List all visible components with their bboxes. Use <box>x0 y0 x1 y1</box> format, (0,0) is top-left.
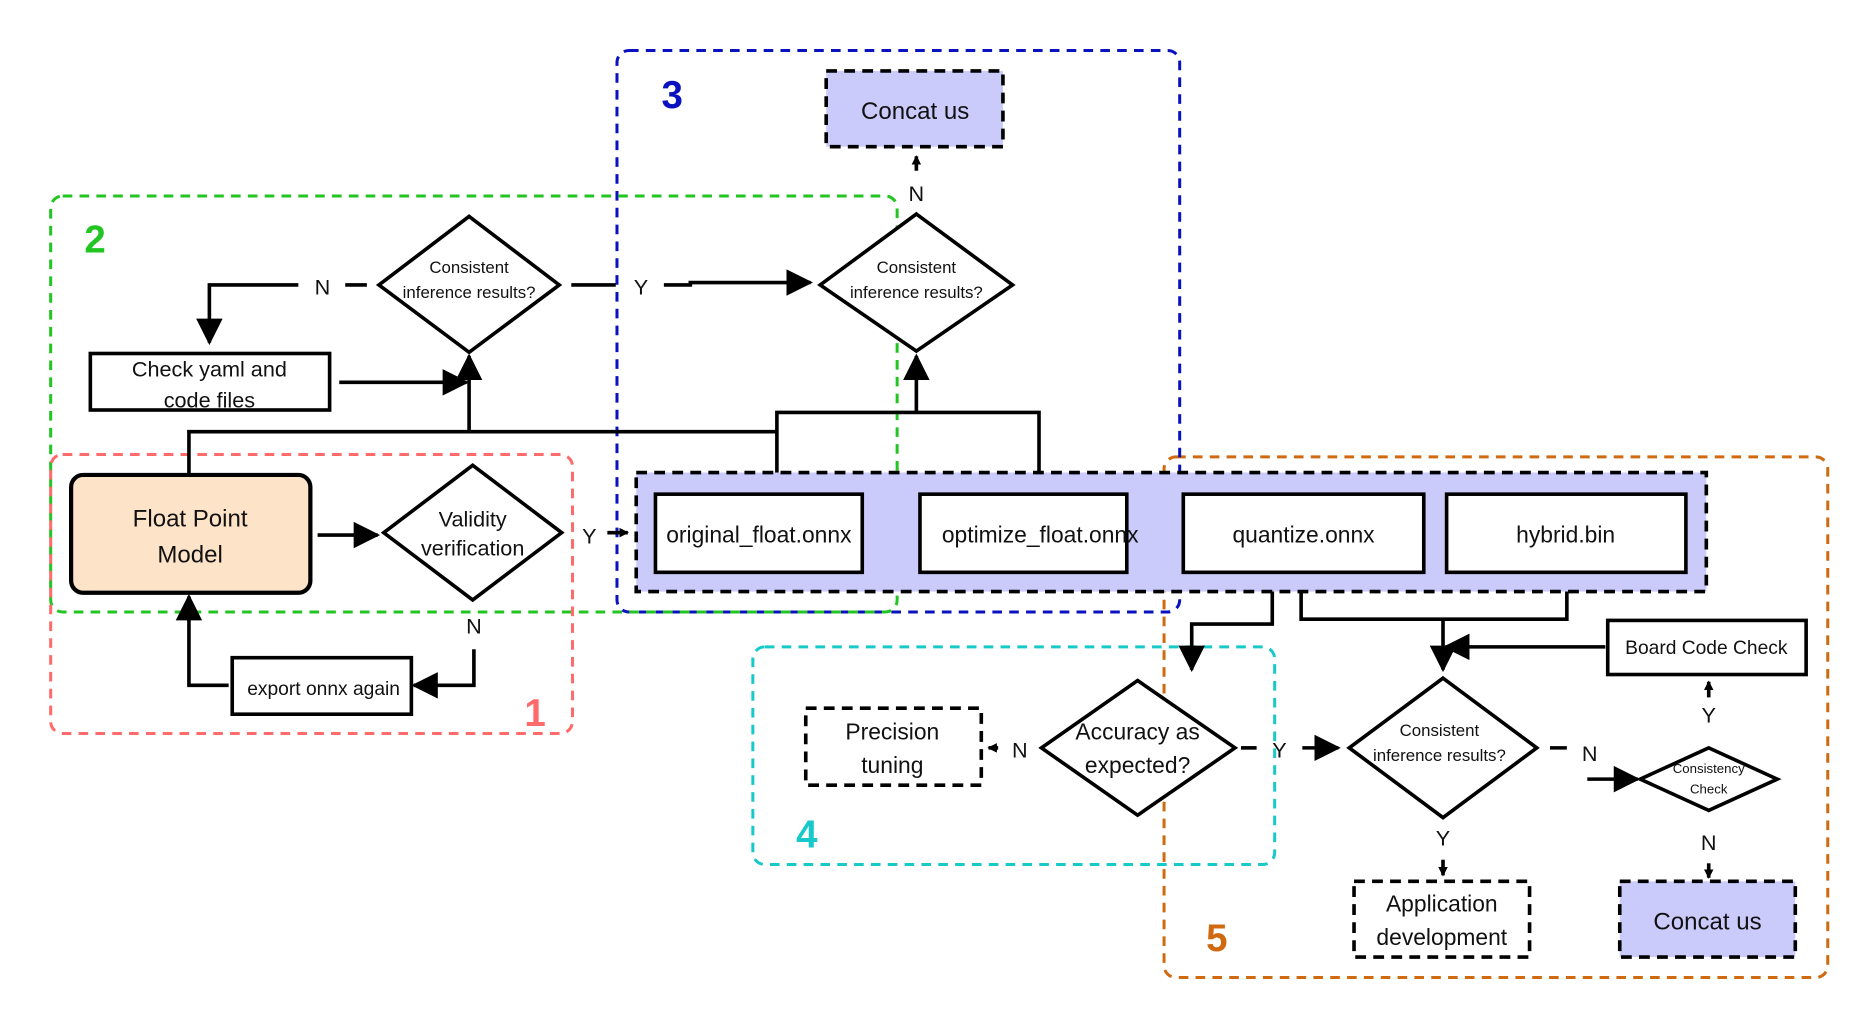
validity-verification-decision[interactable]: Validity verification <box>380 463 565 603</box>
edge-validity-no <box>411 649 476 699</box>
float-point-model-node[interactable]: Float Point Model <box>69 472 313 595</box>
flowchart: 1 2 3 4 5 Float Point Model Validity ver… <box>49 48 1830 980</box>
edge-label-c2-yes: Y <box>634 275 648 300</box>
consistent-inference-decision-5[interactable]: Consistent inference results? <box>1346 675 1540 820</box>
consistent-2-line2: inference results? <box>403 283 536 302</box>
file-optimize-float-label: optimize_float.onnx <box>942 521 1139 547</box>
consistency-check-line1: Consistency <box>1673 761 1745 776</box>
edge-export-to-model <box>175 593 229 688</box>
edge-label-cc-yes: Y <box>1702 703 1716 728</box>
edge-label-accuracy-no: N <box>1012 737 1028 762</box>
contact-us-node-3[interactable]: Concat us <box>824 69 1005 149</box>
consistency-check-decision[interactable]: Consistency Check <box>1635 745 1782 813</box>
float-point-model-line1: Float Point <box>133 506 248 533</box>
validity-line2: verification <box>421 535 524 560</box>
precision-tuning-line1: Precision <box>845 718 939 744</box>
file-quantize-label: quantize.onnx <box>1232 521 1375 547</box>
edge-label-c2-no: N <box>315 275 331 300</box>
precision-tuning-node[interactable]: Precision tuning <box>803 706 984 787</box>
accuracy-expected-decision[interactable]: Accuracy as expected? <box>1038 678 1239 818</box>
file-original-float-label: original_float.onnx <box>666 521 852 547</box>
edge-label-accuracy-yes: Y <box>1272 737 1286 762</box>
group-3-label: 3 <box>661 74 682 117</box>
export-onnx-again-node[interactable]: export onnx again <box>230 655 414 717</box>
edge-model-bus <box>187 429 777 474</box>
check-yaml-line1: Check yaml and <box>132 356 287 381</box>
board-code-check-label: Board Code Check <box>1625 638 1788 659</box>
group-2-label: 2 <box>84 218 105 261</box>
export-onnx-again-label: export onnx again <box>247 679 400 700</box>
consistent-inference-decision-2[interactable]: Consistent inference results? <box>375 214 563 355</box>
file-quantize-onnx[interactable]: quantize.onnx <box>1181 492 1426 575</box>
board-code-check-node[interactable]: Board Code Check <box>1605 618 1808 677</box>
group-4-label: 4 <box>796 814 818 857</box>
edge-c2-yes <box>663 269 813 296</box>
edge-label-c3-no: N <box>909 181 925 206</box>
consistent-5-line2: inference results? <box>1373 746 1506 765</box>
contact-us-5-label: Concat us <box>1653 908 1761 935</box>
file-hybrid-bin[interactable]: hybrid.bin <box>1444 492 1688 575</box>
edge-quantize-to-accuracy <box>1178 581 1275 673</box>
check-yaml-line2: code files <box>164 388 256 413</box>
edge-label-validity-no: N <box>466 614 482 639</box>
consistent-3-line1: Consistent <box>877 258 957 277</box>
float-point-model-line2: Model <box>157 542 222 569</box>
precision-tuning-line2: tuning <box>861 752 923 778</box>
file-hybrid-bin-label: hybrid.bin <box>1516 521 1615 547</box>
contact-us-3-label: Concat us <box>861 98 969 125</box>
consistent-2-line1: Consistent <box>429 258 509 277</box>
consistent-5-line1: Consistent <box>1400 721 1480 740</box>
contact-us-node-5[interactable]: Concat us <box>1617 879 1798 959</box>
edge-label-cc-no: N <box>1701 830 1717 855</box>
consistency-check-line2: Check <box>1690 782 1728 797</box>
check-yaml-node[interactable]: Check yaml and code files <box>88 351 332 413</box>
model-files-panel: original_float.onnx optimize_float.onnx … <box>634 470 1709 594</box>
file-original-float-onnx[interactable]: original_float.onnx <box>653 492 865 575</box>
accuracy-line1: Accuracy as <box>1075 718 1199 744</box>
validity-line1: Validity <box>439 507 507 532</box>
application-development-line1: Application <box>1386 890 1498 916</box>
edge-label-c5-yes: Y <box>1436 825 1450 850</box>
edge-label-c5-no: N <box>1582 741 1598 766</box>
accuracy-line2: expected? <box>1085 752 1190 778</box>
file-optimize-float-onnx[interactable]: optimize_float.onnx <box>918 492 1139 575</box>
edge-label-validity-yes: Y <box>582 523 596 548</box>
consistent-inference-decision-3[interactable]: Consistent inference results? <box>817 211 1016 354</box>
edge-c2-no <box>196 283 299 346</box>
group-1-label: 1 <box>524 692 545 735</box>
group-5-label: 5 <box>1206 917 1227 960</box>
application-development-node[interactable]: Application development <box>1352 879 1532 959</box>
application-development-line2: development <box>1376 924 1507 950</box>
consistent-3-line2: inference results? <box>850 283 983 302</box>
